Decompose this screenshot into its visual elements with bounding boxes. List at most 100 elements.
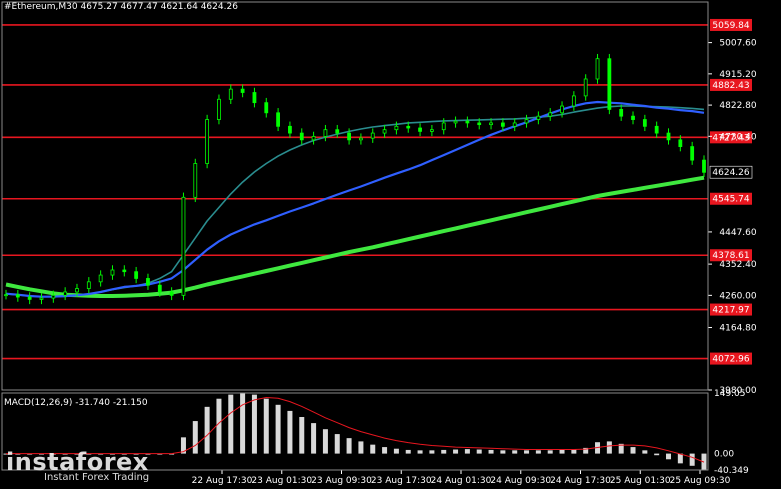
candle-body — [299, 132, 304, 141]
price-tick-label: 4730.40 — [719, 132, 756, 142]
macd-bar — [512, 450, 518, 454]
macd-bar — [228, 394, 234, 454]
macd-tick-label: 149.05 — [714, 389, 746, 399]
candle-body — [666, 132, 671, 141]
level-label: 4882.43 — [712, 81, 749, 91]
candle-body — [500, 122, 505, 127]
time-axis: 22 Aug 17:30 23 Aug 01:30 23 Aug 09:30 23 A… — [192, 470, 731, 486]
chart-header: #Ethereum,M30 4675.27 4677.47 4621.64 46… — [4, 2, 238, 12]
candle-body — [512, 122, 517, 127]
candle-body — [489, 122, 493, 126]
macd-bar — [677, 453, 683, 464]
macd-bar — [299, 417, 305, 454]
candle-body — [571, 95, 576, 107]
macd-bar — [476, 449, 482, 454]
candle-body — [418, 127, 422, 132]
macd-bar — [275, 404, 281, 454]
macd-bar — [334, 434, 340, 454]
candle-body — [264, 102, 269, 114]
candle-body — [465, 120, 470, 124]
current-price-label: 4624.26 — [712, 168, 749, 178]
instaforex-logo: instaforex Instant Forex Trading — [6, 448, 149, 483]
price-tick-label: 4447.60 — [719, 228, 756, 238]
price-tick-label: 4260.00 — [719, 291, 756, 301]
price-tick-label: 4915.20 — [719, 70, 756, 80]
level-label: 4217.97 — [712, 306, 749, 316]
macd-bar — [441, 449, 447, 454]
macd-bar — [393, 448, 399, 454]
level-label: 4072.96 — [712, 355, 749, 365]
macd-bar — [488, 449, 494, 454]
candle-body — [607, 58, 612, 110]
candle-body — [240, 88, 245, 93]
candle-body — [205, 119, 210, 164]
price-candles — [4, 53, 706, 305]
ma-slow-path — [5, 175, 705, 298]
time-tick-label: 24 Aug 09:30 — [490, 476, 551, 486]
candle-body — [146, 278, 150, 286]
macd-bar — [559, 449, 565, 454]
time-tick-label: 23 Aug 09:30 — [311, 476, 372, 486]
macd-bar — [654, 453, 660, 456]
macd-bar — [417, 450, 423, 454]
ma-mid-line — [5, 105, 705, 298]
candle-body — [441, 122, 446, 131]
candle-body — [678, 139, 683, 148]
candle-body — [311, 136, 316, 141]
candle-body — [359, 137, 363, 141]
candle-body — [110, 269, 115, 276]
candle-body — [524, 119, 529, 124]
macd-bar — [251, 394, 257, 454]
price-tick-label: 5007.60 — [719, 39, 756, 49]
candle-body — [631, 115, 635, 120]
candle-body — [169, 291, 174, 296]
macd-bar — [322, 429, 328, 454]
time-tick-label: 25 Aug 01:30 — [610, 476, 671, 486]
ma-slow-line — [5, 175, 705, 298]
candle-body — [477, 122, 482, 126]
candle-body — [347, 132, 351, 141]
price-tick-label: 4822.80 — [719, 101, 756, 111]
symbol-label: #Ethereum,M30 — [4, 2, 78, 12]
candle-body — [276, 112, 281, 127]
ohlc-values: 4675.27 4677.47 4621.64 4624.26 — [80, 2, 238, 12]
candle-body — [4, 294, 8, 297]
logo-tagline: Instant Forex Trading — [44, 472, 150, 483]
macd-tick-label: 0.00 — [714, 450, 734, 460]
candle-body — [98, 274, 103, 283]
ma-mid-path — [5, 105, 705, 298]
macd-bar — [370, 444, 376, 454]
candle-body — [370, 132, 375, 139]
price-tick-label: 4164.80 — [719, 324, 756, 334]
macd-bar — [500, 450, 506, 454]
macd-bar — [535, 450, 541, 454]
time-tick-label: 23 Aug 17:30 — [371, 476, 432, 486]
macd-bar — [642, 450, 648, 454]
level-label: 5059.84 — [712, 21, 749, 31]
macd-bar — [547, 450, 553, 454]
time-tick-label: 24 Aug 01:30 — [431, 476, 492, 486]
candle-body — [27, 296, 32, 300]
candle-body — [536, 115, 541, 120]
candle-body — [134, 271, 139, 279]
candle-body — [51, 294, 56, 299]
macd-bar — [346, 438, 352, 454]
time-tick-label: 22 Aug 17:30 — [192, 476, 253, 486]
macd-bar — [630, 447, 636, 454]
candle-body — [252, 92, 257, 104]
macd-bar — [405, 449, 411, 454]
candle-body — [323, 129, 328, 137]
candle-body — [75, 288, 79, 293]
candle-body — [619, 109, 624, 117]
price-axis: 5007.60 4915.20 4822.80 4730.40 4447.60 4352.… — [708, 39, 757, 396]
macd-bar — [311, 423, 317, 454]
candle-body — [39, 297, 44, 300]
macd-bar — [429, 450, 435, 454]
time-tick-label: 23 Aug 01:30 — [251, 476, 312, 486]
candle-body — [595, 58, 600, 80]
candle-body — [193, 163, 198, 198]
price-chart: 5059.844882.434727.434545.744378.614217.… — [1, 1, 757, 486]
macd-bar — [464, 449, 470, 454]
macd-bar — [606, 441, 612, 454]
level-label: 4545.74 — [712, 195, 749, 205]
